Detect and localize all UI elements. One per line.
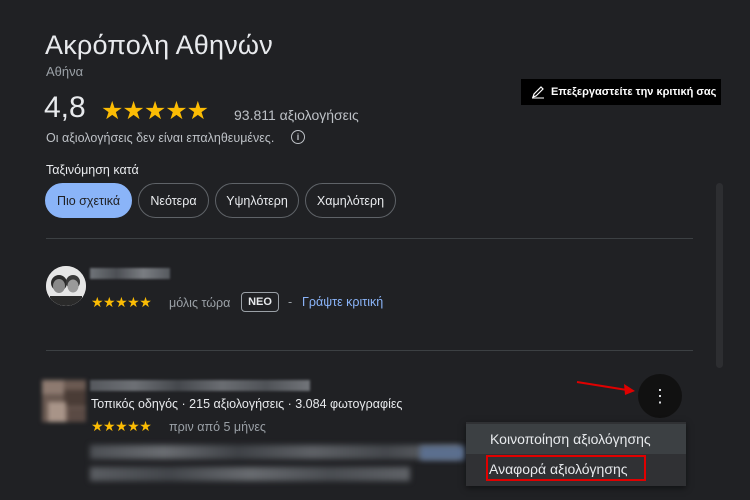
place-title: Ακρόπολη Αθηνών	[45, 30, 273, 60]
sort-chip-newest[interactable]: Νεότερα	[138, 183, 209, 218]
sort-chip-lowest[interactable]: Χαμηλότερη	[305, 183, 396, 218]
reviewer-name-redacted	[90, 380, 310, 391]
reviewer-name-redacted	[90, 268, 170, 279]
separator: -	[288, 295, 293, 309]
place-location: Αθήνα	[46, 64, 84, 79]
pen-icon	[532, 86, 544, 99]
review-text-redacted	[420, 446, 465, 460]
review-stars: ★★★★★	[91, 418, 152, 434]
review-count[interactable]: 93.811 αξιολογήσεις	[234, 107, 359, 123]
more-vert-icon: ⋮	[651, 385, 669, 406]
reviewer-meta: Τοπικός οδηγός · 215 αξιολογήσεις · 3.08…	[91, 397, 403, 411]
rating-stars: ★★★★★	[101, 97, 209, 125]
avatar[interactable]	[42, 380, 86, 422]
sort-chip-relevant[interactable]: Πιο σχετικά	[45, 183, 132, 218]
red-arrow-annotation	[576, 381, 635, 395]
write-review-link[interactable]: Γράψτε κριτική	[302, 295, 383, 309]
share-review-menu-item[interactable]: Κοινοποίηση αξιολόγησης	[466, 424, 686, 454]
average-rating: 4,8	[44, 91, 86, 124]
edit-review-button[interactable]: Επεξεργαστείτε την κριτική σας	[521, 79, 721, 105]
review-stars: ★★★★★	[91, 294, 152, 310]
scrollbar[interactable]	[716, 183, 723, 368]
info-icon[interactable]: i	[291, 130, 305, 144]
sort-label: Ταξινόμηση κατά	[46, 163, 139, 177]
unverified-notice: Οι αξιολογήσεις δεν είναι επαληθευμένες.	[46, 131, 275, 145]
avatar[interactable]	[46, 266, 86, 306]
review-time: μόλις τώρα	[169, 296, 231, 310]
divider	[46, 238, 693, 239]
review-text-redacted	[90, 445, 460, 495]
divider	[46, 350, 693, 351]
more-options-button[interactable]: ⋮	[638, 374, 682, 418]
new-badge: ΝΕΟ	[241, 292, 279, 312]
edit-review-label: Επεξεργαστείτε την κριτική σας	[551, 86, 717, 98]
sort-chip-highest[interactable]: Υψηλότερη	[215, 183, 299, 218]
report-highlight-box	[486, 455, 646, 481]
review-time: πριν από 5 μήνες	[169, 420, 266, 434]
